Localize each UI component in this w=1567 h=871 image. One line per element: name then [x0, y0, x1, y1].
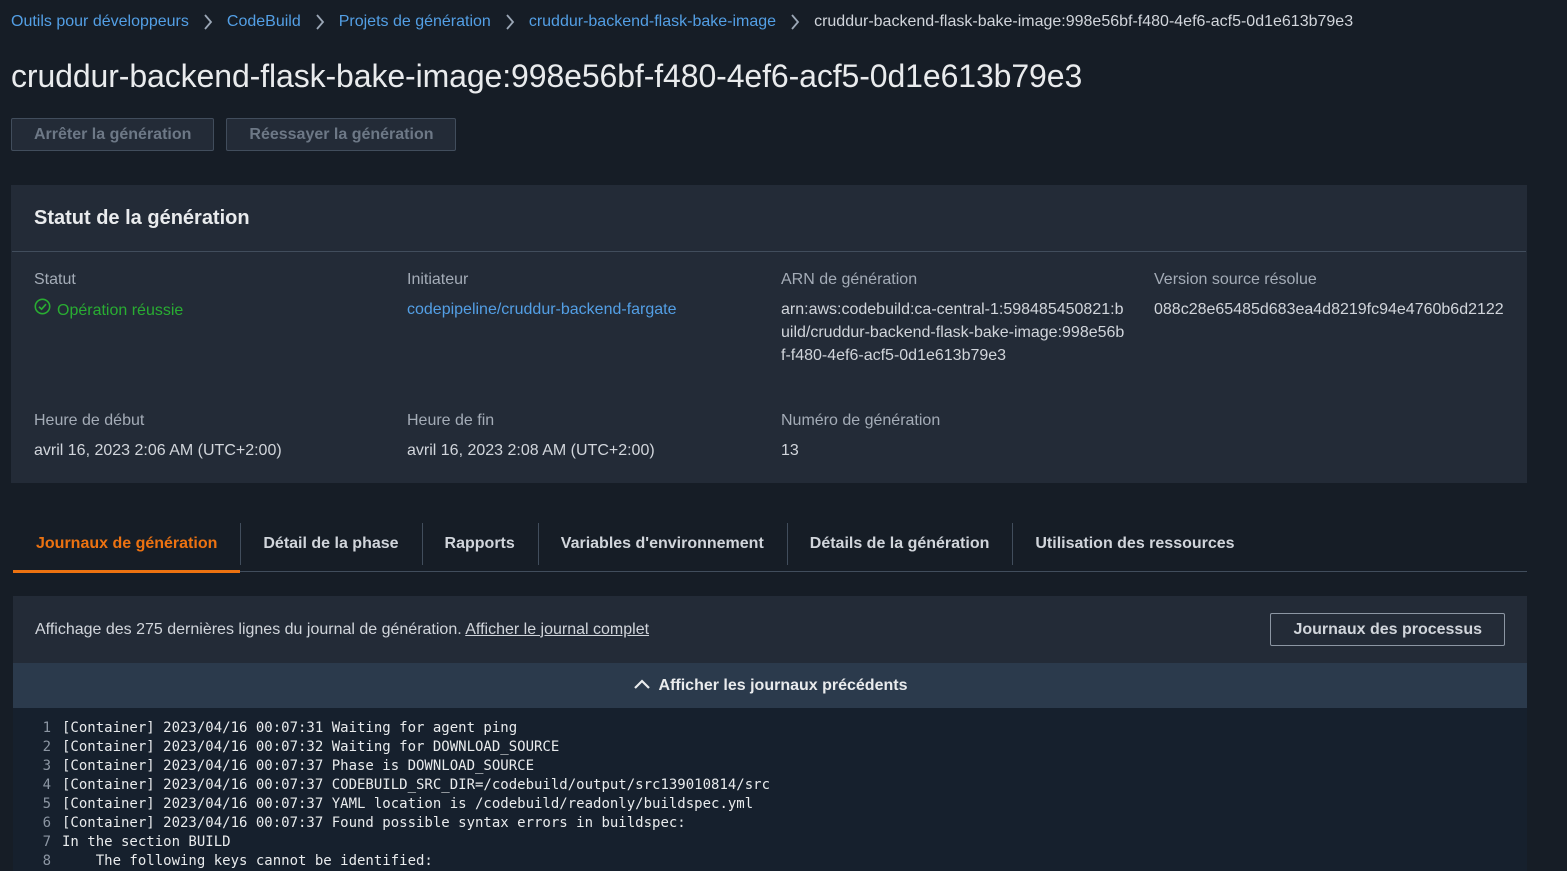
tab-build-logs[interactable]: Journaux de génération — [13, 516, 241, 573]
line-text: In the section BUILD — [62, 834, 231, 850]
log-line: 2 [Container] 2023/04/16 00:07:32 Waiting… — [13, 738, 1527, 757]
start-time-label: Heure de début — [34, 412, 145, 429]
log-line: 5 [Container] 2023/04/16 00:07:37 YAML lo… — [13, 795, 1527, 814]
show-previous-logs-label: Afficher les journaux précédents — [658, 676, 908, 694]
build-number-label: Numéro de génération — [781, 412, 941, 429]
logs-header: Affichage des 275 dernières lignes du jo… — [13, 596, 1527, 663]
start-time-field: Heure de début avril 16, 2023 2:06 AM (U… — [34, 412, 394, 462]
start-time-value: avril 16, 2023 2:06 AM (UTC+2:00) — [34, 442, 282, 459]
line-number: 8 — [42, 853, 51, 869]
end-time-field: Heure de fin avril 16, 2023 2:08 AM (UTC… — [407, 412, 767, 462]
status-label: Statut — [34, 271, 76, 288]
breadcrumb-developer-tools[interactable]: Outils pour développeurs — [11, 13, 189, 31]
tab-build-details[interactable]: Détails de la génération — [786, 516, 1013, 572]
log-line: 6 [Container] 2023/04/16 00:07:37 Found p… — [13, 814, 1527, 833]
line-text: [Container] 2023/04/16 00:07:37 Found po… — [62, 815, 686, 831]
arn-value: arn:aws:codebuild:ca-central-1:598485450… — [781, 301, 1125, 364]
line-number: 7 — [42, 834, 51, 850]
source-version-field: Version source résolue 088c28e65485d683e… — [1154, 271, 1506, 321]
tab-phase-details[interactable]: Détail de la phase — [240, 516, 421, 572]
initiator-field: Initiateur codepipeline/cruddur-backend-… — [407, 271, 767, 321]
chevron-right-icon — [315, 14, 325, 30]
log-output: 1 [Container] 2023/04/16 00:07:31 Waiting… — [13, 708, 1527, 871]
breadcrumb: Outils pour développeurs CodeBuild Proje… — [11, 11, 1353, 33]
line-number: 3 — [42, 758, 51, 774]
success-check-icon — [34, 298, 51, 322]
build-status-panel: Statut de la génération Statut Opération… — [11, 185, 1527, 483]
source-version-value: 088c28e65485d683ea4d8219fc94e4760b6d2122 — [1154, 301, 1504, 318]
log-line: 4 [Container] 2023/04/16 00:07:37 CODEBUI… — [13, 776, 1527, 795]
chevron-right-icon — [203, 14, 213, 30]
action-bar: Arrêter la génération Réessayer la génér… — [11, 118, 457, 151]
arn-field: ARN de génération arn:aws:codebuild:ca-c… — [781, 271, 1126, 367]
line-text: [Container] 2023/04/16 00:07:31 Waiting … — [62, 720, 518, 736]
line-number: 4 — [42, 777, 51, 793]
status-value: Opération réussie — [34, 298, 394, 322]
status-field: Statut Opération réussie — [34, 271, 394, 322]
log-line: 8 The following keys cannot be identifie… — [13, 852, 1527, 871]
initiator-link[interactable]: codepipeline/cruddur-backend-fargate — [407, 298, 767, 321]
page-title: cruddur-backend-flask-bake-image:998e56b… — [11, 58, 1083, 94]
line-number: 1 — [42, 720, 51, 736]
log-line: 1 [Container] 2023/04/16 00:07:31 Waiting… — [13, 719, 1527, 738]
tab-resource-utilization[interactable]: Utilisation des ressources — [1012, 516, 1257, 572]
build-number-field: Numéro de génération 13 — [781, 412, 1141, 462]
logs-info: Affichage des 275 dernières lignes du jo… — [35, 621, 649, 639]
full-log-link[interactable]: Afficher le journal complet — [465, 621, 649, 638]
build-logs-panel: Affichage des 275 dernières lignes du jo… — [13, 596, 1527, 871]
stop-build-button[interactable]: Arrêter la génération — [11, 118, 215, 151]
chevron-right-icon — [790, 14, 800, 30]
retry-build-button[interactable]: Réessayer la génération — [226, 118, 457, 151]
log-line: 3 [Container] 2023/04/16 00:07:37 Phase i… — [13, 757, 1527, 776]
show-previous-logs-button[interactable]: Afficher les journaux précédents — [13, 663, 1527, 708]
source-version-label: Version source résolue — [1154, 271, 1317, 288]
line-text: [Container] 2023/04/16 00:07:37 CODEBUIL… — [62, 777, 771, 793]
tab-reports[interactable]: Rapports — [421, 516, 538, 572]
end-time-value: avril 16, 2023 2:08 AM (UTC+2:00) — [407, 442, 655, 459]
process-logs-button[interactable]: Journaux des processus — [1270, 613, 1505, 646]
line-number: 2 — [42, 739, 51, 755]
arn-label: ARN de génération — [781, 271, 918, 288]
build-status-title: Statut de la génération — [34, 207, 250, 229]
breadcrumb-codebuild[interactable]: CodeBuild — [227, 13, 301, 31]
line-number: 5 — [42, 796, 51, 812]
chevron-up-icon — [633, 677, 651, 695]
status-text: Opération réussie — [57, 301, 184, 319]
end-time-label: Heure de fin — [407, 412, 495, 429]
line-text: The following keys cannot be identified: — [62, 853, 433, 869]
tab-bar: Journaux de génération Détail de la phas… — [13, 516, 1527, 573]
line-number: 6 — [42, 815, 51, 831]
breadcrumb-project[interactable]: cruddur-backend-flask-bake-image — [529, 13, 776, 31]
log-line: 7 In the section BUILD — [13, 833, 1527, 852]
logs-info-text: Affichage des 275 dernières lignes du jo… — [35, 620, 462, 638]
breadcrumb-current: cruddur-backend-flask-bake-image:998e56b… — [814, 13, 1354, 30]
initiator-label: Initiateur — [407, 271, 469, 288]
line-text: [Container] 2023/04/16 00:07:32 Waiting … — [62, 739, 560, 755]
line-text: [Container] 2023/04/16 00:07:37 Phase is… — [62, 758, 535, 774]
breadcrumb-build-projects[interactable]: Projets de génération — [339, 13, 491, 31]
build-number-value: 13 — [781, 442, 799, 459]
build-status-header: Statut de la génération — [12, 186, 1526, 252]
line-text: [Container] 2023/04/16 00:07:37 YAML loc… — [62, 796, 754, 812]
chevron-right-icon — [505, 14, 515, 30]
tab-environment-variables[interactable]: Variables d'environnement — [537, 516, 787, 572]
